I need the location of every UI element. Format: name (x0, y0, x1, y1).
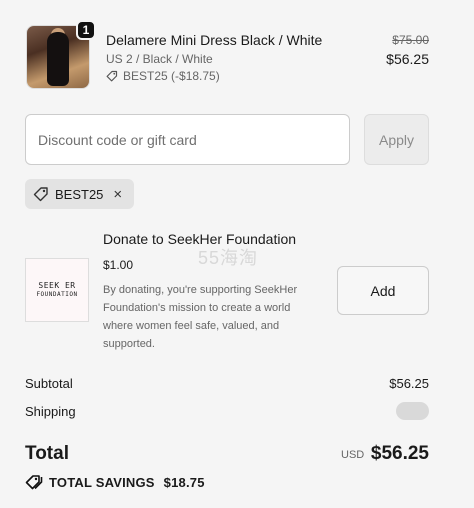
quantity-badge: 1 (76, 20, 96, 40)
watermark: 55海淘 (198, 248, 259, 268)
product-name: Delamere Mini Dress Black / White (106, 32, 323, 48)
subtotal-label: Subtotal (25, 376, 73, 391)
total-label: Total (25, 443, 69, 464)
tag-icon (33, 187, 48, 202)
tag-icon (106, 70, 118, 82)
remove-discount-icon[interactable]: × (113, 186, 122, 203)
total-savings-label: TOTAL SAVINGS (49, 474, 155, 490)
add-donation-button[interactable]: Add (337, 266, 429, 315)
applied-code: BEST25 (55, 186, 104, 202)
total-savings-value: $18.75 (163, 474, 205, 490)
tag-icon (25, 475, 43, 490)
sale-price: $56.25 (386, 51, 429, 67)
total-value: $56.25 (370, 443, 429, 464)
logo-line-1: SEEK ER (38, 281, 76, 290)
shipping-loading-placeholder (396, 402, 429, 420)
product-variant: US 2 / Black / White (106, 52, 213, 66)
applied-discount-chip: BEST25 × (25, 179, 134, 209)
total-savings: TOTAL SAVINGS $18.75 (25, 474, 205, 490)
foundation-logo: SEEK ER FOUNDATION (25, 258, 89, 322)
original-price: $75.00 (392, 33, 429, 47)
apply-button[interactable]: Apply (364, 114, 429, 165)
subtotal-value: $56.25 (389, 376, 429, 391)
logo-line-2: FOUNDATION (36, 291, 78, 298)
shipping-label: Shipping (25, 404, 76, 419)
donation-title: Donate to SeekHer Foundation (103, 231, 297, 247)
donation-amount: $1.00 (103, 258, 134, 272)
currency-code: USD (341, 449, 365, 461)
product-discount-label: BEST25 (-$18.75) (123, 69, 220, 83)
donation-description: By donating, you're supporting SeekHer F… (103, 284, 298, 350)
discount-code-input[interactable]: Discount code or gift card (25, 114, 350, 165)
discount-code-placeholder: Discount code or gift card (38, 131, 197, 148)
product-discount: BEST25 (-$18.75) (106, 69, 220, 83)
